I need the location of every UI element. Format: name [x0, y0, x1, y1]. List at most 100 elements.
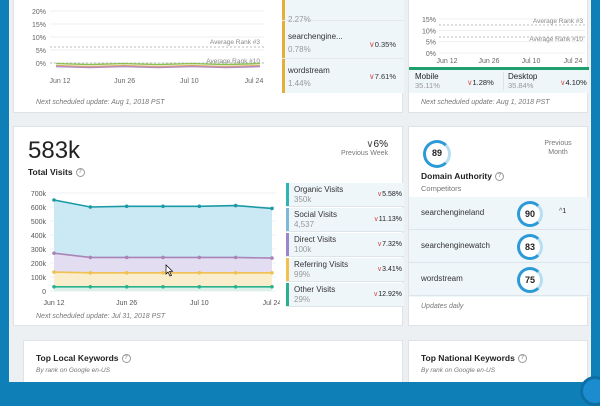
local-keywords-sub: By rank on Google en-US	[36, 367, 111, 374]
total-visits-label: Total Visits?	[28, 167, 85, 178]
national-keywords-title: Top National Keywords?	[421, 353, 527, 364]
local-keywords-card: Top Local Keywords? By rank on Google en…	[23, 340, 403, 382]
data-point	[88, 255, 93, 260]
data-point	[161, 285, 165, 289]
help-button[interactable]	[580, 376, 600, 406]
y-tick-label: 10%	[422, 28, 436, 35]
competitor-name: wordstream	[421, 274, 463, 283]
x-tick-label: Jun 26	[116, 300, 137, 307]
y-tick-label: 0%	[36, 61, 46, 68]
x-tick-label: Jul 10	[190, 300, 209, 307]
y-tick-label: 200k	[31, 261, 47, 268]
competitors-label: Competitors	[421, 184, 462, 193]
data-point	[197, 204, 202, 209]
desktop-delta: ∨4.10%	[560, 78, 587, 87]
y-tick-label: 100k	[31, 275, 47, 282]
competitor-name: searchenginewatch	[421, 241, 490, 250]
total-visits-number: 583k	[28, 137, 81, 164]
y-tick-label: 5%	[426, 40, 436, 47]
data-point	[197, 271, 202, 275]
data-point	[161, 271, 165, 275]
info-icon[interactable]: ?	[75, 168, 85, 178]
visits-metric-row[interactable]: Referring Visits 99% ∨3.41%	[286, 258, 404, 282]
visits-metric-row[interactable]: Organic Visits 350k ∨5.58%	[286, 183, 404, 207]
dashboard: 20% 15% 10% 5% 0% Jun 12 Jun 26 Jul 10 Jul 24 Ave…	[9, 0, 591, 382]
metric-label: wordstream	[288, 66, 330, 75]
y-tick-label: 15%	[422, 17, 436, 24]
info-icon[interactable]: ?	[495, 172, 504, 182]
competitor-score: 90	[524, 209, 535, 219]
metric-value: 2.27%	[288, 15, 311, 24]
x-tick-label: Jul 10	[180, 78, 199, 85]
visits-metric-row[interactable]: Direct Visits 100k ∨7.32%	[286, 233, 404, 257]
data-point	[124, 271, 129, 275]
data-point	[197, 285, 202, 289]
competitor-score: 83	[524, 242, 535, 252]
info-icon[interactable]: ?	[121, 354, 131, 364]
data-point	[270, 256, 274, 260]
y-tick-label: 0	[42, 289, 46, 296]
metric-row-top: 2.27%	[282, 0, 404, 24]
average-rank-annotation: Average Rank #10	[529, 36, 583, 43]
competitor-row[interactable]: wordstream 75	[409, 263, 589, 296]
competitor-delta: ^1	[559, 208, 567, 215]
mobile-stat[interactable]: Mobile 35.11% ∨1.28%	[415, 72, 499, 90]
mobile-delta: ∨1.28%	[467, 78, 494, 87]
metric-value: 29%	[294, 295, 311, 304]
data-point	[270, 285, 274, 289]
visits-metric-row[interactable]: Other Visits 29% ∨12.92%	[286, 283, 404, 307]
device-chart: 15% 10% 5% 0%Jun 12 Jun 26 Jul 10 Jul 24 Averag…	[422, 17, 585, 65]
update-note: Next scheduled update: Aug 1, 2018 PST	[421, 99, 550, 106]
domain-score: 89	[431, 148, 442, 158]
metric-delta: ∨3.41%	[377, 266, 402, 273]
rank-series-line	[55, 64, 261, 68]
data-point	[52, 285, 56, 289]
metric-label: Referring Visits	[294, 260, 349, 269]
metric-delta: ∨7.32%	[377, 241, 402, 248]
data-point	[270, 271, 274, 275]
data-point	[233, 255, 238, 260]
desktop-stat[interactable]: Desktop 35.84% ∨4.10%	[503, 72, 587, 90]
visits-metric-row[interactable]: Social Visits 4,537 ∨11.13%	[286, 208, 404, 232]
ranking-chart: 20% 15% 10% 5% 0% Jun 12 Jun 26 Jul 10 Jul 24 Ave…	[32, 9, 264, 85]
data-point	[161, 204, 165, 209]
domain-score-ring: 89	[423, 140, 451, 168]
metric-delta: ∨5.58%	[377, 191, 402, 198]
competitor-row[interactable]: searchenginewatch 83	[409, 230, 589, 263]
data-point	[52, 270, 56, 274]
y-tick-label: 10%	[32, 35, 46, 42]
competitor-list: searchengineland 90 ^1 searchenginewatch 83 w…	[409, 197, 589, 297]
visits-metrics: Organic Visits 350k ∨5.58% Social Visits 4,5…	[286, 183, 404, 307]
y-tick-label: 0%	[426, 51, 436, 58]
competitor-score-ring: 75	[517, 267, 543, 293]
domain-authority-card: 89 Previous Month Domain Authority? Comp…	[408, 126, 589, 326]
metric-value: 1.44%	[288, 79, 311, 88]
x-tick-label: Jun 26	[114, 78, 135, 85]
x-tick-label: Jul 24	[564, 58, 583, 65]
info-icon[interactable]: ?	[517, 354, 527, 364]
y-tick-label: 5%	[36, 48, 46, 55]
metric-row-wordstream[interactable]: wordstream 1.44% ∨7.61%	[282, 61, 404, 93]
metric-row-searchengine[interactable]: searchengine... 0.78% ∨0.35%	[282, 27, 404, 59]
visits-card: 583k Total Visits? ∨6% Previous Week 700…	[13, 126, 404, 326]
metric-value: 99%	[294, 270, 311, 279]
average-rank-annotation: Average Rank #3	[533, 18, 583, 25]
data-point	[124, 204, 129, 209]
y-tick-label: 700k	[31, 191, 47, 198]
metric-delta: ∨12.92%	[373, 291, 402, 298]
metric-value: 0.78%	[288, 45, 311, 54]
data-point	[88, 285, 93, 289]
national-keywords-card: Top National Keywords? By rank on Google…	[408, 340, 588, 382]
national-keywords-sub: By rank on Google en-US	[421, 367, 496, 374]
average-rank-annotation: Average Rank #3	[210, 39, 260, 46]
ranking-card: 20% 15% 10% 5% 0% Jun 12 Jun 26 Jul 10 Jul 24 Ave…	[13, 0, 404, 113]
metric-color-bar	[286, 258, 289, 281]
metric-label: searchengine...	[288, 32, 343, 41]
metric-color-bar	[286, 283, 289, 306]
metric-label: Social Visits	[294, 210, 337, 219]
y-tick-label: 500k	[31, 219, 47, 226]
competitor-row[interactable]: searchengineland 90 ^1	[409, 197, 589, 230]
metric-color-bar	[286, 233, 289, 256]
device-card: 15% 10% 5% 0% Jun 12 Jun 26 Jul 10 Jul 24 Averag…	[408, 0, 589, 113]
y-tick-label: 20%	[32, 9, 46, 16]
